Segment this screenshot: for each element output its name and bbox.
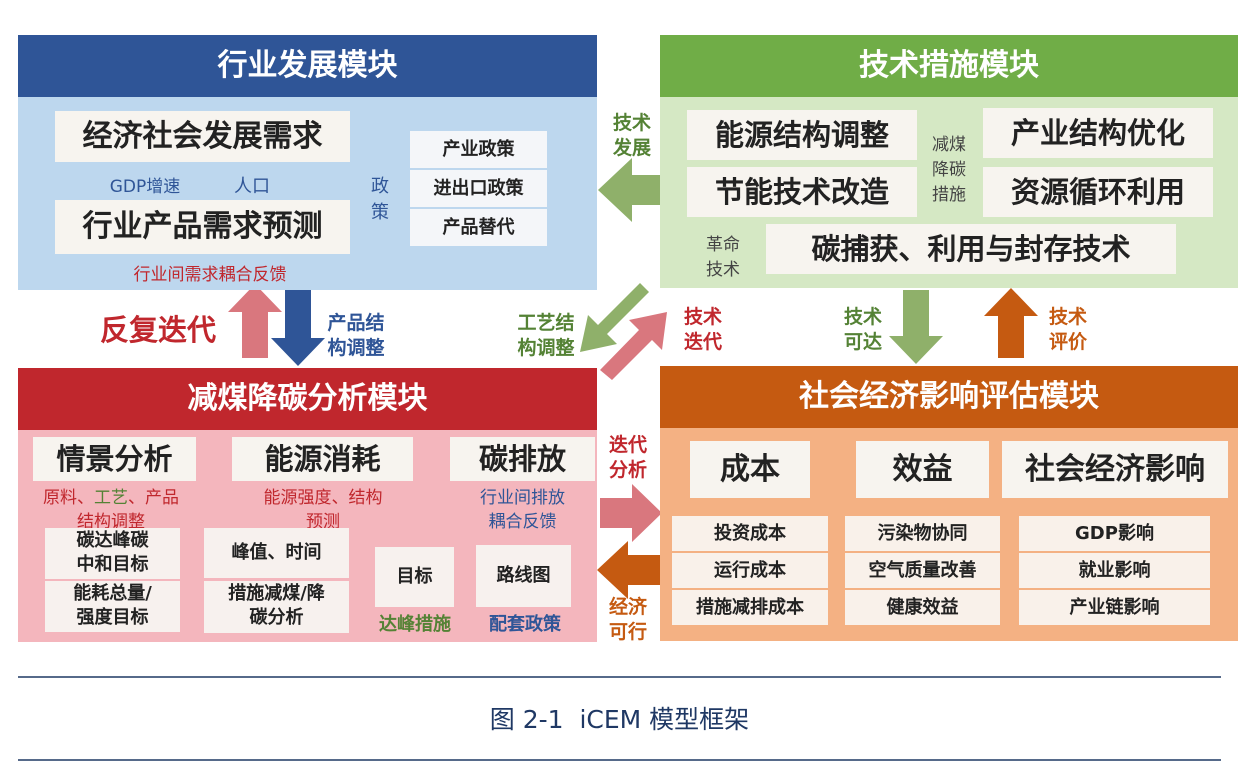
tech-dev-label-1: 技术 bbox=[612, 112, 651, 134]
product-substitution-cell: 产品替代 bbox=[410, 209, 547, 246]
revolution-label-1: 革命 bbox=[706, 235, 740, 255]
reduction-module-title: 减煤降碳分析模块 bbox=[18, 368, 597, 430]
arrow-reduction-to-socio bbox=[600, 484, 662, 542]
benefit-item: 污染物协同 bbox=[845, 516, 1000, 551]
emission-sub-line1: 行业间排放 bbox=[480, 488, 565, 508]
product-struct-label-2: 构调整 bbox=[327, 337, 385, 359]
policy-label-1: 政 bbox=[371, 176, 389, 197]
peak-measures-label: 达峰措施 bbox=[379, 614, 451, 635]
product-demand-box: 行业产品需求预测 bbox=[55, 200, 350, 254]
energy-use-box: 能源消耗 bbox=[232, 437, 413, 481]
arrow-socio-to-reduction bbox=[597, 541, 660, 599]
scenario-box: 情景分析 bbox=[33, 437, 196, 481]
revolution-label-2: 技术 bbox=[706, 260, 740, 280]
impact-header: 社会经济影响 bbox=[1002, 441, 1228, 498]
target-box: 目标 bbox=[375, 547, 454, 607]
measures-label-2: 降碳 bbox=[932, 160, 966, 180]
iter-analysis-label-2: 分析 bbox=[608, 459, 647, 481]
impact-item: 就业影响 bbox=[1019, 553, 1210, 588]
benefit-item: 空气质量改善 bbox=[845, 553, 1000, 588]
impact-item: GDP影响 bbox=[1019, 516, 1210, 551]
tech-iterate-label-2: 迭代 bbox=[683, 331, 722, 353]
measure-analysis-line1: 措施减煤/降 bbox=[228, 583, 325, 604]
impact-item: 产业链影响 bbox=[1019, 590, 1210, 625]
cost-item: 投资成本 bbox=[672, 516, 828, 551]
tech-eval-label-2: 评价 bbox=[1048, 331, 1087, 353]
roadmap-box: 路线图 bbox=[476, 545, 571, 607]
cost-item: 运行成本 bbox=[672, 553, 828, 588]
econ-feasible-label-2: 可行 bbox=[608, 621, 647, 643]
population-label: 人口 bbox=[234, 176, 270, 197]
scenario-sub-line1: 原料、工艺、产品 bbox=[20, 483, 202, 508]
arrow-down-to-reduction bbox=[271, 290, 325, 366]
energy-goal-line2: 强度目标 bbox=[76, 607, 149, 628]
figure-caption: 图 2-1 iCEM 模型框架 bbox=[489, 705, 750, 734]
cost-item: 措施减排成本 bbox=[672, 590, 828, 625]
gdp-growth-label: GDP增速 bbox=[109, 177, 181, 197]
energy-goal-line1: 能耗总量/ bbox=[73, 583, 152, 604]
benefit-item: 健康效益 bbox=[845, 590, 1000, 625]
peak-goal-line1: 碳达峰碳 bbox=[76, 530, 149, 551]
arrow-up-to-industry bbox=[228, 284, 282, 358]
scenario-sub-process: 工艺 bbox=[94, 488, 128, 508]
measure-analysis-line2: 碳分析 bbox=[249, 607, 304, 628]
arrow-tech-down-to-socio bbox=[889, 290, 943, 364]
peak-goal-box: 碳达峰碳 中和目标 bbox=[45, 528, 180, 579]
resource-recycle-box: 资源循环利用 bbox=[983, 167, 1213, 217]
scenario-sub-products: 、产品 bbox=[128, 488, 179, 508]
industry-module-title: 行业发展模块 bbox=[18, 35, 597, 97]
tech-eval-label-1: 技术 bbox=[1048, 306, 1087, 328]
econ-demand-box: 经济社会发展需求 bbox=[55, 111, 350, 162]
demand-feedback-label: 行业间需求耦合反馈 bbox=[133, 265, 287, 285]
peak-goal-line2: 中和目标 bbox=[76, 554, 149, 575]
emission-sub-line2: 耦合反馈 bbox=[488, 512, 557, 532]
energy-goal-box: 能耗总量/ 强度目标 bbox=[45, 581, 180, 632]
industry-structure-box: 产业结构优化 bbox=[983, 108, 1213, 158]
scenario-sub-materials: 原料、 bbox=[43, 488, 94, 508]
measure-analysis-box: 措施减煤/降 碳分析 bbox=[204, 581, 349, 633]
measures-label-1: 减煤 bbox=[932, 135, 966, 155]
tech-reach-label-2: 可达 bbox=[843, 331, 882, 353]
product-struct-label-1: 产品结 bbox=[327, 312, 385, 334]
process-struct-label-1: 工艺结 bbox=[517, 312, 575, 334]
arrow-tech-to-industry bbox=[598, 158, 660, 222]
trade-policy-cell: 进出口政策 bbox=[410, 170, 547, 207]
ccus-box: 碳捕获、利用与封存技术 bbox=[766, 224, 1176, 274]
tech-reach-label-1: 技术 bbox=[843, 306, 882, 328]
measures-label-3: 措施 bbox=[932, 185, 966, 205]
tech-dev-label-2: 发展 bbox=[612, 137, 651, 159]
energy-structure-box: 能源结构调整 bbox=[687, 110, 917, 160]
tech-module-title: 技术措施模块 bbox=[660, 35, 1238, 97]
arrow-socio-up-to-tech bbox=[984, 288, 1038, 358]
peak-time-box: 峰值、时间 bbox=[204, 528, 349, 578]
process-struct-label-2: 构调整 bbox=[517, 337, 575, 359]
iter-analysis-label-1: 迭代 bbox=[608, 434, 647, 456]
energy-sub-line1: 能源强度、结构 bbox=[263, 488, 383, 508]
energy-saving-box: 节能技术改造 bbox=[687, 167, 917, 217]
econ-feasible-label-1: 经济 bbox=[608, 596, 647, 618]
iterate-label: 反复迭代 bbox=[99, 313, 216, 347]
policy-label-2: 策 bbox=[371, 202, 389, 223]
industrial-policy-cell: 产业政策 bbox=[410, 131, 547, 168]
emission-box: 碳排放 bbox=[450, 437, 595, 481]
socio-module-title: 社会经济影响评估模块 bbox=[660, 366, 1238, 428]
benefit-header: 效益 bbox=[856, 441, 989, 498]
cost-header: 成本 bbox=[690, 441, 810, 498]
tech-iterate-label-1: 技术 bbox=[683, 306, 722, 328]
support-policy-label: 配套政策 bbox=[489, 614, 561, 635]
